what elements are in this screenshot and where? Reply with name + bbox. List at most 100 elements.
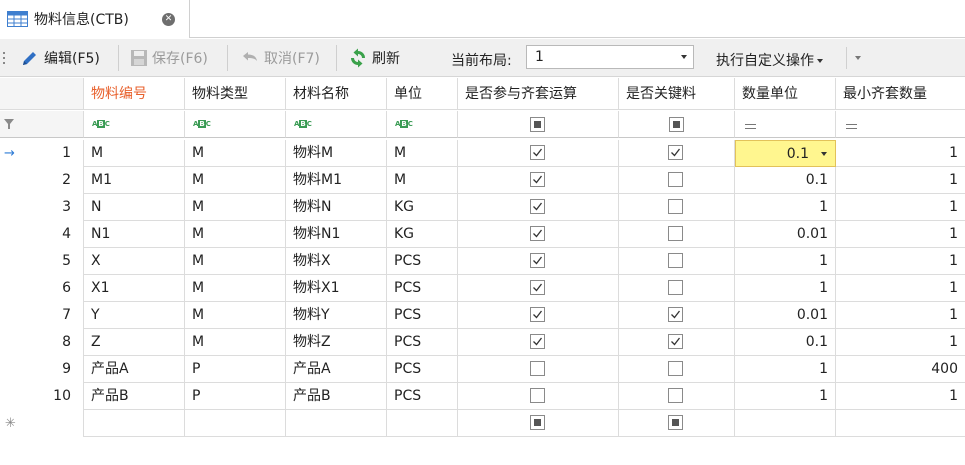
checkbox-indeterminate[interactable]: [530, 415, 545, 430]
new-row-cell[interactable]: [387, 410, 458, 437]
cell-qty-unit-editor[interactable]: 0.1: [735, 140, 836, 167]
cell-material-type[interactable]: M: [185, 329, 286, 356]
cell-in-calc[interactable]: [458, 221, 619, 248]
column-header-min-qty[interactable]: 最小齐套数量: [836, 78, 965, 110]
tab-material-info[interactable]: 物料信息(CTB) ✕: [0, 0, 190, 38]
cell-material-type[interactable]: M: [185, 302, 286, 329]
cell-material-type[interactable]: P: [185, 383, 286, 410]
filter-cell-in-calc[interactable]: [458, 111, 619, 138]
checkbox-checked[interactable]: [668, 334, 683, 349]
cell-min-qty[interactable]: 1: [836, 248, 965, 275]
filter-cell-material-type[interactable]: ABC: [185, 111, 286, 138]
cell-qty-unit[interactable]: 1: [735, 194, 836, 221]
cell-material-type[interactable]: M: [185, 248, 286, 275]
cell-material-code[interactable]: Y: [84, 302, 185, 329]
checkbox-checked[interactable]: [668, 307, 683, 322]
cell-unit[interactable]: PCS: [387, 329, 458, 356]
checkbox-unchecked[interactable]: [530, 361, 545, 376]
cell-qty-unit[interactable]: 1: [735, 248, 836, 275]
new-row-cell[interactable]: [836, 410, 965, 437]
filter-cell-key-material[interactable]: [619, 111, 735, 138]
cell-in-calc[interactable]: [458, 167, 619, 194]
cell-min-qty[interactable]: 1: [836, 140, 965, 167]
cell-qty-unit[interactable]: 1: [735, 383, 836, 410]
cell-in-calc[interactable]: [458, 275, 619, 302]
cell-key-material[interactable]: [619, 248, 735, 275]
checkbox-checked[interactable]: [530, 253, 545, 268]
chevron-down-icon[interactable]: [821, 152, 827, 156]
cell-material-code[interactable]: 产品A: [84, 356, 185, 383]
cell-key-material[interactable]: [619, 221, 735, 248]
cell-unit[interactable]: M: [387, 140, 458, 167]
checkbox-unchecked[interactable]: [668, 226, 683, 241]
cell-material-name[interactable]: 物料Y: [286, 302, 387, 329]
refresh-button[interactable]: 刷新: [348, 42, 400, 74]
cell-material-code[interactable]: N1: [84, 221, 185, 248]
filter-checkbox[interactable]: [669, 117, 684, 132]
cell-in-calc[interactable]: [458, 302, 619, 329]
checkbox-unchecked[interactable]: [668, 172, 683, 187]
toolbar-grip[interactable]: [3, 52, 6, 64]
checkbox-indeterminate[interactable]: [668, 415, 683, 430]
cell-material-name[interactable]: 产品B: [286, 383, 387, 410]
cancel-button[interactable]: 取消(F7): [240, 42, 320, 74]
cell-material-code[interactable]: Z: [84, 329, 185, 356]
new-row-cell[interactable]: [458, 410, 619, 437]
cell-key-material[interactable]: [619, 140, 735, 167]
cell-min-qty[interactable]: 1: [836, 302, 965, 329]
cell-min-qty[interactable]: 1: [836, 329, 965, 356]
cell-material-name[interactable]: 物料N: [286, 194, 387, 221]
column-header-material-type[interactable]: 物料类型: [185, 78, 286, 110]
filter-checkbox[interactable]: [530, 117, 545, 132]
cell-material-code[interactable]: N: [84, 194, 185, 221]
cell-in-calc[interactable]: [458, 140, 619, 167]
cell-material-name[interactable]: 物料X: [286, 248, 387, 275]
cell-min-qty[interactable]: 1: [836, 383, 965, 410]
filter-cell-material-code[interactable]: ABC: [84, 111, 185, 138]
cell-in-calc[interactable]: [458, 329, 619, 356]
cell-material-type[interactable]: M: [185, 167, 286, 194]
cell-material-type[interactable]: M: [185, 140, 286, 167]
checkbox-unchecked[interactable]: [668, 388, 683, 403]
cell-material-name[interactable]: 物料M1: [286, 167, 387, 194]
checkbox-unchecked[interactable]: [668, 361, 683, 376]
filter-cell-min-qty[interactable]: [836, 111, 965, 138]
cell-material-code[interactable]: X1: [84, 275, 185, 302]
checkbox-checked[interactable]: [530, 145, 545, 160]
cell-in-calc[interactable]: [458, 248, 619, 275]
cell-qty-unit[interactable]: 0.01: [735, 221, 836, 248]
cell-key-material[interactable]: [619, 167, 735, 194]
cell-material-type[interactable]: M: [185, 194, 286, 221]
checkbox-checked[interactable]: [530, 334, 545, 349]
cell-key-material[interactable]: [619, 302, 735, 329]
cell-material-code[interactable]: M1: [84, 167, 185, 194]
checkbox-checked[interactable]: [668, 145, 683, 160]
column-header-material-name[interactable]: 材料名称: [286, 78, 387, 110]
cell-key-material[interactable]: [619, 383, 735, 410]
layout-select[interactable]: 1: [526, 45, 694, 69]
checkbox-unchecked[interactable]: [530, 388, 545, 403]
cell-min-qty[interactable]: 1: [836, 221, 965, 248]
cell-unit[interactable]: PCS: [387, 248, 458, 275]
cell-material-code[interactable]: M: [84, 140, 185, 167]
cell-min-qty[interactable]: 1: [836, 275, 965, 302]
column-header-unit[interactable]: 单位: [387, 78, 458, 110]
cell-qty-unit[interactable]: 1: [735, 356, 836, 383]
cell-min-qty[interactable]: 1: [836, 194, 965, 221]
cell-unit[interactable]: KG: [387, 221, 458, 248]
cell-in-calc[interactable]: [458, 356, 619, 383]
new-row-cell[interactable]: [185, 410, 286, 437]
toolbar-overflow-button[interactable]: [846, 47, 866, 69]
column-header-in-calc[interactable]: 是否参与齐套运算: [458, 78, 619, 110]
cell-material-name[interactable]: 物料N1: [286, 221, 387, 248]
cell-qty-unit[interactable]: 0.1: [735, 167, 836, 194]
filter-cell-material-name[interactable]: ABC: [286, 111, 387, 138]
cell-key-material[interactable]: [619, 194, 735, 221]
cell-min-qty[interactable]: 400: [836, 356, 965, 383]
save-button[interactable]: 保存(F6): [130, 42, 208, 74]
cell-unit[interactable]: PCS: [387, 302, 458, 329]
cell-unit[interactable]: PCS: [387, 356, 458, 383]
cell-unit[interactable]: M: [387, 167, 458, 194]
new-row-cell[interactable]: [286, 410, 387, 437]
cell-material-name[interactable]: 物料M: [286, 140, 387, 167]
